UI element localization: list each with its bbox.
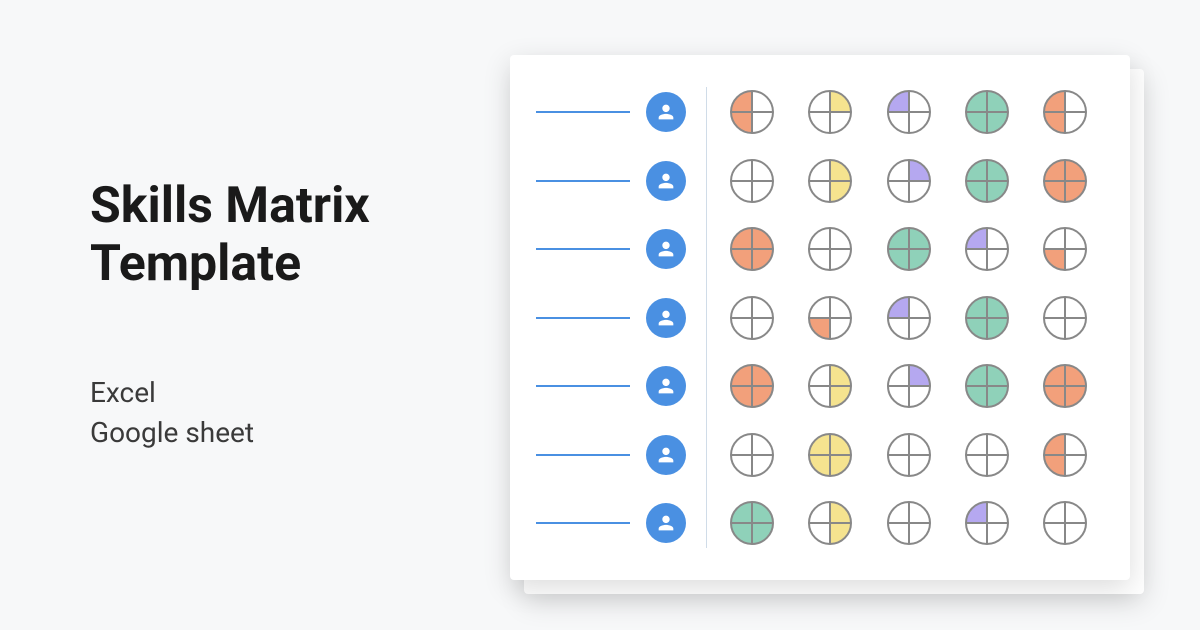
skill-quadrant-icon — [884, 498, 934, 548]
matrix-row — [727, 87, 1090, 137]
skill-quadrant-icon — [884, 361, 934, 411]
matrix-row — [727, 498, 1090, 548]
skill-quadrant-icon — [884, 156, 934, 206]
name-placeholder-line — [536, 248, 630, 250]
person-row — [536, 293, 686, 343]
skill-quadrant-icon — [805, 498, 855, 548]
person-row — [536, 498, 686, 548]
skill-quadrant-icon — [1040, 293, 1090, 343]
vertical-divider — [706, 87, 707, 548]
person-avatar-icon — [646, 435, 686, 475]
title-line-1: Skills Matrix — [90, 177, 370, 235]
skill-quadrant-icon — [962, 361, 1012, 411]
skill-quadrant-icon — [1040, 361, 1090, 411]
person-row — [536, 224, 686, 274]
skill-quadrant-icon — [1040, 224, 1090, 274]
matrix-row — [727, 430, 1090, 480]
skill-quadrant-icon — [727, 293, 777, 343]
subtitle-line-1: Excel — [90, 376, 156, 409]
matrix-card-stack — [510, 55, 1130, 580]
title-line-2: Template — [90, 235, 301, 293]
name-placeholder-line — [536, 180, 630, 182]
skills-matrix-card — [510, 55, 1130, 580]
matrix-row — [727, 224, 1090, 274]
skill-quadrant-icon — [962, 224, 1012, 274]
skills-matrix-grid — [727, 87, 1090, 548]
skill-quadrant-icon — [727, 156, 777, 206]
person-avatar-icon — [646, 229, 686, 269]
person-avatar-icon — [646, 366, 686, 406]
skill-quadrant-icon — [805, 293, 855, 343]
skill-quadrant-icon — [727, 498, 777, 548]
skill-quadrant-icon — [1040, 87, 1090, 137]
skill-quadrant-icon — [727, 361, 777, 411]
skill-quadrant-icon — [962, 87, 1012, 137]
person-avatar-icon — [646, 161, 686, 201]
person-avatar-icon — [646, 503, 686, 543]
text-content: Skills Matrix Template Excel Google shee… — [0, 178, 500, 451]
name-placeholder-line — [536, 111, 630, 113]
name-placeholder-line — [536, 317, 630, 319]
skill-quadrant-icon — [884, 87, 934, 137]
page-title: Skills Matrix Template — [90, 178, 460, 293]
person-row — [536, 430, 686, 480]
skill-quadrant-icon — [805, 430, 855, 480]
people-column — [536, 87, 686, 548]
subtitle: Excel Google sheet — [90, 373, 460, 451]
person-row — [536, 361, 686, 411]
subtitle-line-2: Google sheet — [90, 416, 254, 449]
person-row — [536, 156, 686, 206]
person-avatar-icon — [646, 298, 686, 338]
skill-quadrant-icon — [962, 498, 1012, 548]
name-placeholder-line — [536, 385, 630, 387]
name-placeholder-line — [536, 454, 630, 456]
matrix-row — [727, 156, 1090, 206]
skill-quadrant-icon — [884, 293, 934, 343]
skill-quadrant-icon — [884, 224, 934, 274]
person-avatar-icon — [646, 92, 686, 132]
skill-quadrant-icon — [1040, 156, 1090, 206]
skill-quadrant-icon — [1040, 498, 1090, 548]
skill-quadrant-icon — [727, 87, 777, 137]
skill-quadrant-icon — [805, 156, 855, 206]
name-placeholder-line — [536, 522, 630, 524]
matrix-row — [727, 293, 1090, 343]
skill-quadrant-icon — [1040, 430, 1090, 480]
person-row — [536, 87, 686, 137]
skill-quadrant-icon — [884, 430, 934, 480]
skill-quadrant-icon — [727, 224, 777, 274]
skill-quadrant-icon — [805, 361, 855, 411]
matrix-row — [727, 361, 1090, 411]
skill-quadrant-icon — [962, 293, 1012, 343]
skill-quadrant-icon — [805, 87, 855, 137]
skill-quadrant-icon — [805, 224, 855, 274]
skill-quadrant-icon — [962, 156, 1012, 206]
skill-quadrant-icon — [727, 430, 777, 480]
skill-quadrant-icon — [962, 430, 1012, 480]
